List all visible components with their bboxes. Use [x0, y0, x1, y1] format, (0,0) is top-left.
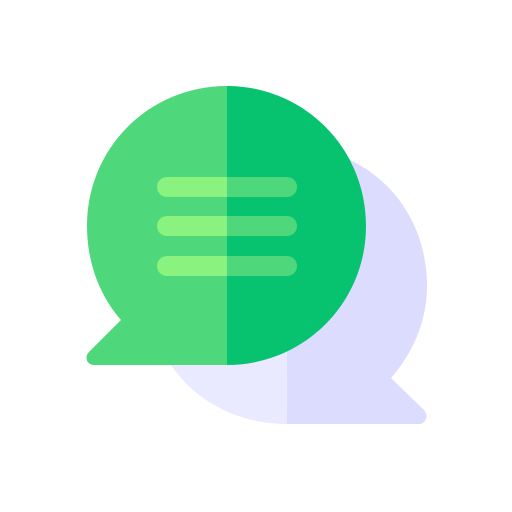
chat-icon-canvas [0, 0, 512, 512]
message-line-join [217, 216, 227, 236]
message-line-right [217, 177, 297, 197]
message-line-right [217, 256, 297, 276]
message-line-join [217, 177, 227, 197]
message-line-join [217, 256, 227, 276]
message-line [157, 177, 297, 197]
message-line [157, 216, 297, 236]
message-line-left [157, 256, 227, 276]
chat-bubbles-icon [86, 86, 427, 424]
message-line-left [157, 177, 227, 197]
message-line [157, 256, 297, 276]
message-lines-icon [157, 177, 297, 276]
foreground-chat-bubble-icon [86, 86, 366, 365]
message-line-left [157, 216, 227, 236]
message-line-right [217, 216, 297, 236]
